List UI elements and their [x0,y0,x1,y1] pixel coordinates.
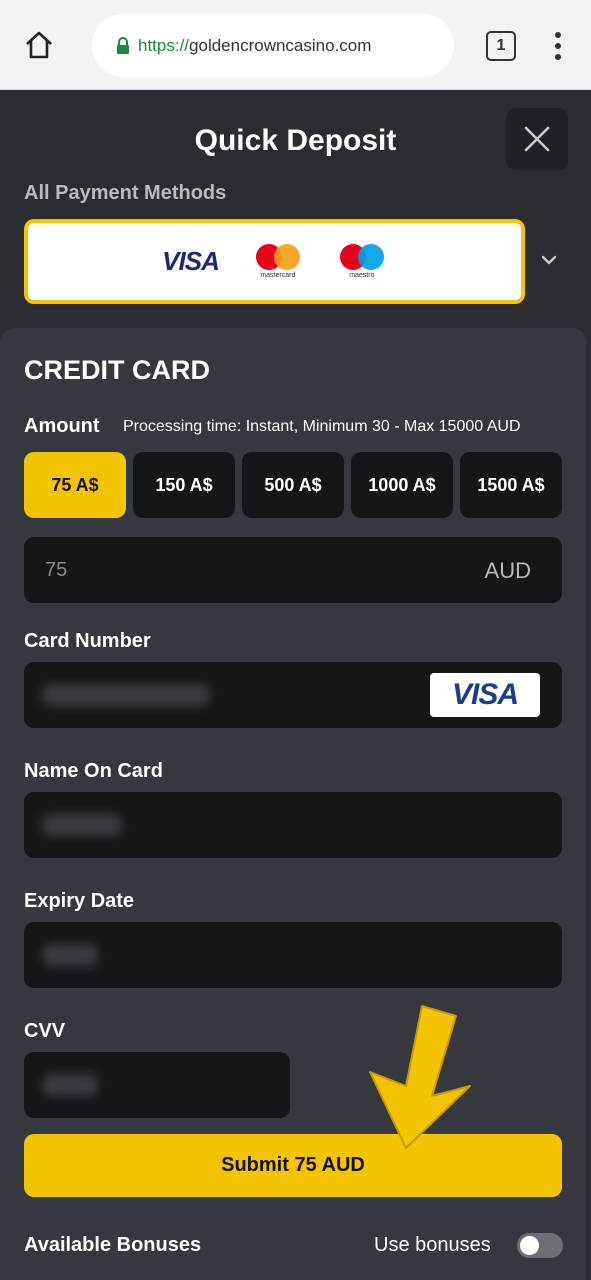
amount-value: 75 [45,559,68,581]
amount-option-75[interactable]: 75 A$ [24,452,126,518]
available-bonuses-label: Available Bonuses [24,1234,202,1256]
submit-button[interactable]: Submit 75 AUD [24,1134,562,1197]
amount-option-150[interactable]: 150 A$ [133,452,235,518]
card-number-masked [42,684,210,706]
amount-currency: AUD [484,558,531,583]
card-number-label: Card Number [24,630,151,652]
amount-option-500[interactable]: 500 A$ [242,452,344,518]
card-brand-label: VISA [451,678,519,711]
mastercard-logo: mastercard [253,242,303,282]
use-bonuses-toggle[interactable] [517,1233,563,1258]
home-icon[interactable] [22,28,56,62]
section-title: CREDIT CARD [24,355,210,385]
toggle-knob [520,1236,539,1255]
cvv-input[interactable] [24,1052,290,1118]
url-scheme: https:// [138,35,190,55]
name-on-card-label: Name On Card [24,760,163,782]
address-bar[interactable]: https://goldencrowncasino.com [92,14,454,77]
amount-label: Amount [24,415,100,437]
amount-option-1500[interactable]: 1500 A$ [460,452,562,518]
card-number-input[interactable]: VISA [24,662,562,728]
mastercard-caption: mastercard [260,271,296,279]
maestro-logo: maestro [337,242,387,282]
payment-methods-label: All Payment Methods [24,182,227,204]
cvv-label: CVV [24,1020,66,1042]
close-button[interactable] [506,108,568,170]
url-host: goldencrowncasino.com [189,35,372,55]
use-bonuses-label: Use bonuses [374,1234,491,1256]
page-title: Quick Deposit [194,124,397,157]
visa-card-icon: VISA [430,673,540,717]
maestro-caption: maestro [349,271,375,279]
amount-input[interactable]: 75 AUD [24,537,562,603]
tab-switcher-button[interactable]: 1 [486,31,516,61]
expiry-date-label: Expiry Date [24,890,135,912]
chevron-down-icon[interactable] [541,254,557,266]
processing-note: Processing time: Instant, Minimum 30 - M… [123,418,521,435]
url-text: https://goldencrowncasino.com [138,36,371,56]
browser-toolbar: https://goldencrowncasino.com 1 [0,0,591,90]
name-on-card-input[interactable] [24,792,562,858]
visa-logo: VISA [162,246,220,276]
amount-options: 75 A$ 150 A$ 500 A$ 1000 A$ 1500 A$ [24,452,562,518]
cvv-masked [42,1074,98,1096]
expiry-masked [42,944,98,966]
lock-icon [117,36,129,54]
name-masked [42,814,122,836]
more-options-icon[interactable] [552,30,564,62]
payment-method-select[interactable]: VISA mastercard maestro [24,219,525,304]
amount-option-1000[interactable]: 1000 A$ [351,452,453,518]
close-icon [524,126,550,152]
arrow-annotation-icon [369,1005,471,1149]
expiry-date-input[interactable] [24,922,562,988]
